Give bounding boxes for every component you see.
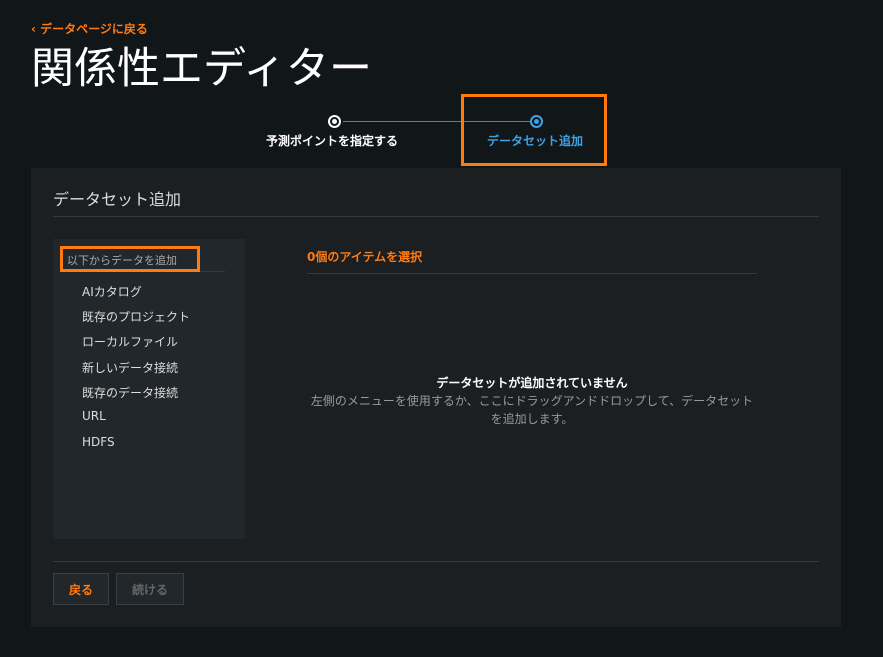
source-url[interactable]: URL xyxy=(82,409,106,423)
divider xyxy=(53,216,819,217)
source-sidebar: 以下からデータを追加 AIカタログ 既存のプロジェクト ローカルファイル 新しい… xyxy=(53,239,245,539)
source-local-file[interactable]: ローカルファイル xyxy=(82,333,178,350)
source-ai-catalog[interactable]: AIカタログ xyxy=(82,283,142,300)
source-new-data-connection[interactable]: 新しいデータ接続 xyxy=(82,359,178,376)
highlight-box xyxy=(60,246,200,272)
divider xyxy=(53,561,819,562)
continue-button[interactable]: 続ける xyxy=(116,573,184,605)
empty-state-title: データセットが追加されていません xyxy=(436,376,628,390)
source-hdfs[interactable]: HDFS xyxy=(82,435,115,449)
back-button[interactable]: 戻る xyxy=(53,573,109,605)
panel-title: データセット追加 xyxy=(53,190,182,209)
source-existing-project[interactable]: 既存のプロジェクト xyxy=(82,308,190,325)
add-dataset-panel: データセット追加 以下からデータを追加 AIカタログ 既存のプロジェクト ローカ… xyxy=(31,168,841,627)
step-1-label[interactable]: 予測ポイントを指定する xyxy=(266,132,398,149)
empty-state-description: 左側のメニューを使用するか、ここにドラッグアンドドロップして、データセットを追加… xyxy=(310,394,754,426)
highlight-box xyxy=(461,94,607,166)
divider xyxy=(307,273,757,274)
page-title: 関係性エディター xyxy=(31,44,372,94)
selected-count: 0個のアイテムを選択 xyxy=(307,250,423,264)
step-1-dot[interactable] xyxy=(328,115,341,128)
source-existing-data-connection[interactable]: 既存のデータ接続 xyxy=(82,384,178,401)
stepper: 予測ポイントを指定する データセット追加 xyxy=(0,110,883,160)
